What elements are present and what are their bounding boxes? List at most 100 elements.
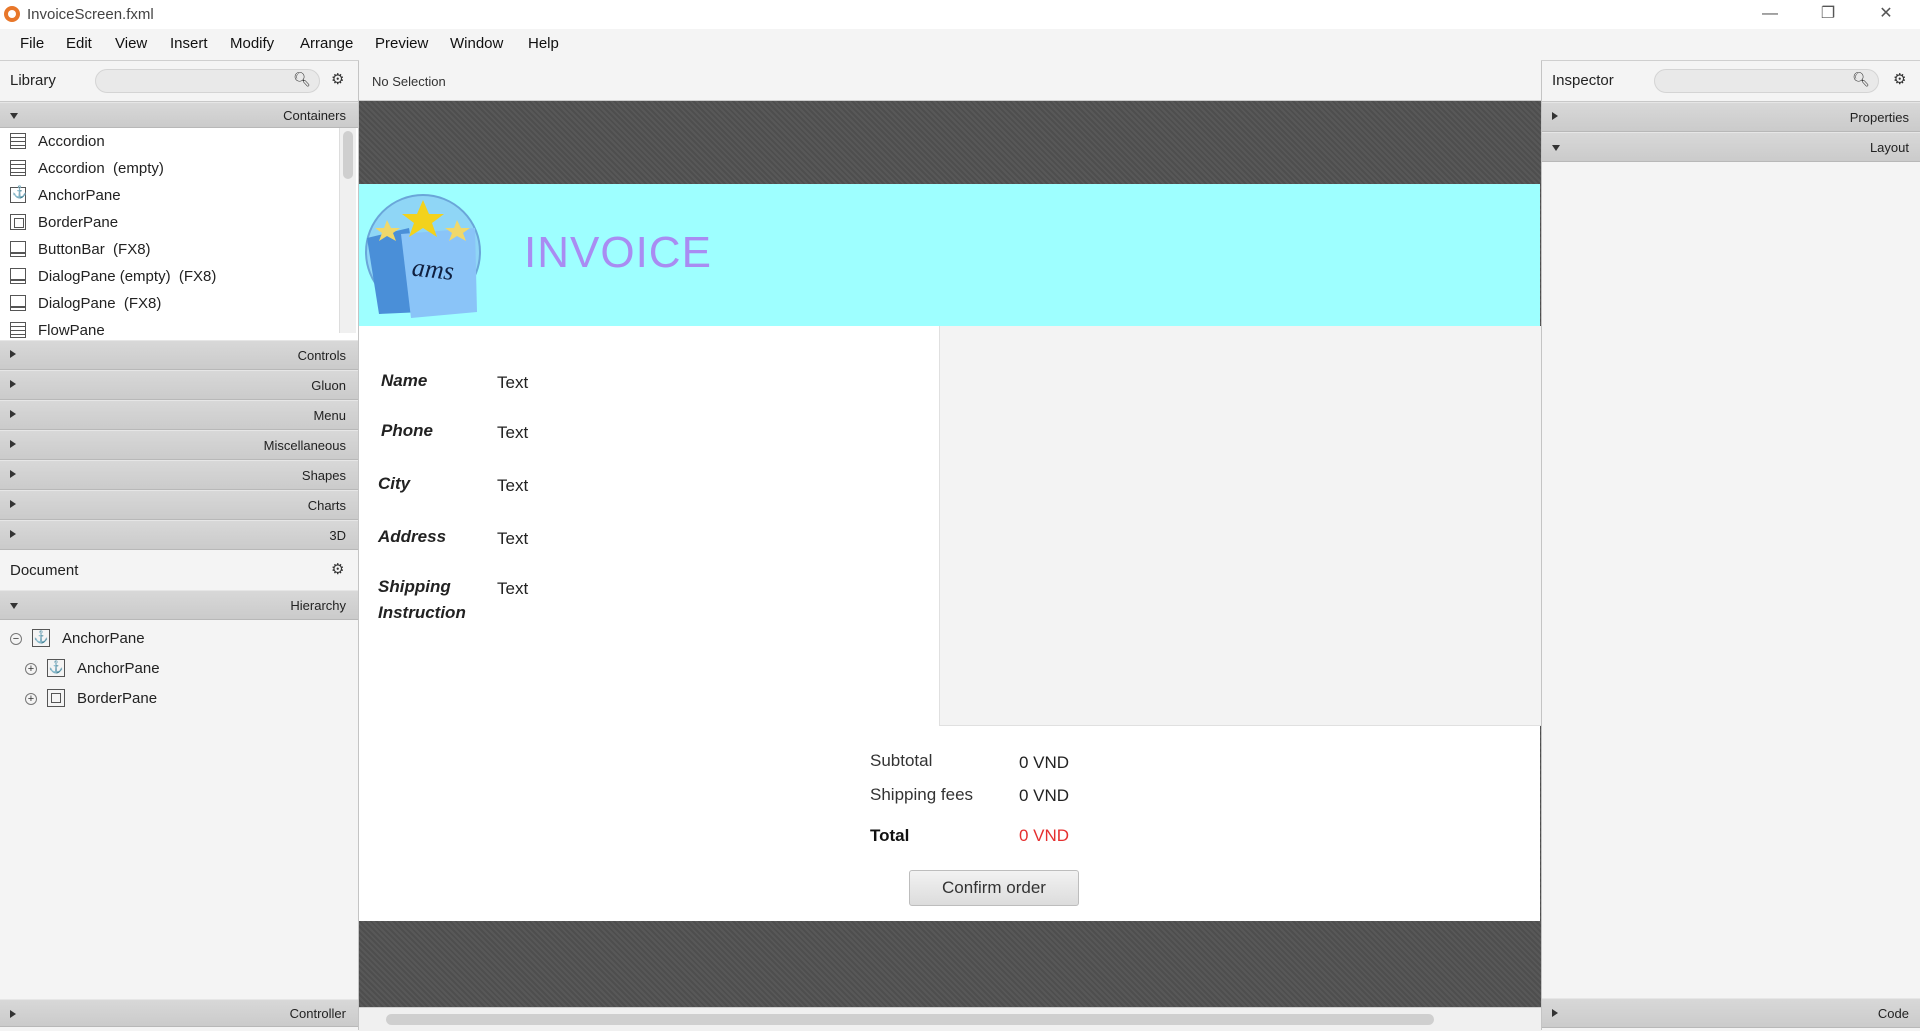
scrollbar-thumb[interactable]	[343, 131, 353, 179]
section-controls[interactable]: Controls	[0, 340, 358, 370]
invoice-pane[interactable]: ams INVOICE Name Text Phone Text City Te…	[359, 184, 1541, 921]
expand-icon[interactable]: +	[25, 693, 37, 705]
menu-preview[interactable]: Preview	[375, 35, 428, 52]
field-label-city: City	[378, 474, 411, 493]
shipping-fees-value: 0 VND	[1019, 786, 1070, 805]
menu-help[interactable]: Help	[528, 35, 559, 52]
total-label: Total	[870, 826, 910, 845]
inspector-panel: Inspector 🔍︎ ⚙ Properties Layout Code	[1541, 61, 1920, 1030]
menu-window[interactable]: Window	[450, 35, 503, 52]
gear-icon[interactable]: ⚙	[1893, 70, 1906, 88]
chevron-right-icon	[10, 440, 16, 448]
chevron-right-icon	[1552, 112, 1558, 120]
app-logo-icon	[4, 6, 20, 22]
chevron-right-icon	[10, 380, 16, 388]
field-value-city: Text	[497, 476, 529, 495]
dialogpane-icon	[10, 268, 26, 284]
library-item-borderpane[interactable]: BorderPane	[0, 209, 330, 236]
field-label-shipping-instruction: Shipping Instruction	[378, 577, 466, 622]
section-miscellaneous[interactable]: Miscellaneous	[0, 430, 358, 460]
inspector-header: Inspector 🔍︎ ⚙	[1542, 61, 1920, 102]
chevron-right-icon	[10, 500, 16, 508]
scrollbar-thumb[interactable]	[386, 1014, 1434, 1025]
restore-button[interactable]: ❐	[1808, 2, 1848, 26]
library-item-buttonbar[interactable]: ButtonBar (FX8)	[0, 236, 330, 263]
expand-icon[interactable]: +	[25, 663, 37, 675]
library-search-input[interactable]: 🔍︎	[95, 69, 320, 93]
section-menu[interactable]: Menu	[0, 400, 358, 430]
gear-icon[interactable]: ⚙	[331, 560, 344, 578]
menu-modify[interactable]: Modify	[230, 35, 274, 52]
section-layout[interactable]: Layout	[1542, 132, 1920, 162]
hierarchy-tree: − ⚓ AnchorPane + ⚓ AnchorPane + BorderPa…	[0, 620, 358, 999]
menu-arrange[interactable]: Arrange	[300, 35, 353, 52]
library-item-dialogpane-empty[interactable]: DialogPane (empty) (FX8)	[0, 263, 330, 290]
flowpane-icon	[10, 322, 26, 338]
library-scrollbar[interactable]	[339, 128, 356, 333]
confirm-order-button[interactable]: Confirm order	[909, 870, 1079, 906]
logo-text: ams	[411, 253, 456, 286]
search-icon: 🔍︎	[1852, 71, 1870, 87]
anchorpane-icon: ⚓	[32, 629, 50, 647]
inspector-title: Inspector	[1552, 72, 1614, 89]
tree-node-anchorpane[interactable]: + ⚓ AnchorPane	[25, 658, 345, 682]
field-value-phone: Text	[497, 423, 529, 442]
total-value: 0 VND	[1019, 826, 1070, 845]
section-label: Charts	[307, 498, 346, 513]
section-code[interactable]: Code	[1542, 998, 1920, 1028]
library-item-label: BorderPane	[38, 214, 119, 231]
section-containers[interactable]: Containers	[0, 102, 358, 128]
section-shapes[interactable]: Shapes	[0, 460, 358, 490]
borderpane-icon	[10, 214, 26, 230]
inspector-search-input[interactable]: 🔍︎	[1654, 69, 1879, 93]
section-label: Gluon	[311, 378, 346, 393]
chevron-right-icon	[1552, 1009, 1558, 1017]
tree-node-borderpane[interactable]: + BorderPane	[25, 688, 345, 712]
section-label: Menu	[313, 408, 346, 423]
section-label: Layout	[1869, 140, 1909, 155]
menu-bar: File Edit View Insert Modify Arrange Pre…	[0, 29, 1920, 61]
section-label: Containers	[283, 108, 346, 123]
section-label: 3D	[329, 528, 346, 543]
library-item-accordion[interactable]: Accordion	[0, 128, 330, 155]
library-item-label: DialogPane (empty) (FX8)	[38, 268, 217, 285]
library-item-anchorpane[interactable]: AnchorPane	[0, 182, 330, 209]
menu-file[interactable]: File	[20, 35, 44, 52]
menu-insert[interactable]: Insert	[170, 35, 208, 52]
field-value-address: Text	[497, 529, 529, 548]
library-title: Library	[10, 72, 56, 89]
menu-edit[interactable]: Edit	[66, 35, 92, 52]
anchorpane-icon	[10, 185, 27, 203]
section-gluon[interactable]: Gluon	[0, 370, 358, 400]
section-properties[interactable]: Properties	[1542, 102, 1920, 132]
library-item-accordion-empty[interactable]: Accordion (empty)	[0, 155, 330, 182]
section-3d[interactable]: 3D	[0, 520, 358, 550]
section-label: Shapes	[301, 468, 346, 483]
canvas-hscrollbar[interactable]	[359, 1007, 1541, 1031]
gear-icon[interactable]: ⚙	[331, 70, 344, 88]
library-item-label: FlowPane	[38, 322, 105, 339]
invoice-side-panel	[939, 326, 1541, 726]
section-charts[interactable]: Charts	[0, 490, 358, 520]
tree-node-label: AnchorPane	[77, 660, 160, 677]
chevron-down-icon	[10, 113, 18, 119]
minimize-button[interactable]: —	[1750, 2, 1790, 26]
title-bar: InvoiceScreen.fxml — ❐ ✕	[0, 0, 1920, 29]
menu-view[interactable]: View	[115, 35, 147, 52]
tree-node-root[interactable]: − ⚓ AnchorPane	[10, 628, 350, 652]
library-header: Library 🔍︎ ⚙	[0, 61, 358, 102]
chevron-right-icon	[10, 350, 16, 358]
anchorpane-icon: ⚓	[47, 659, 65, 677]
section-label: Controller	[289, 1006, 346, 1021]
field-label-phone: Phone	[381, 421, 433, 440]
field-value-shipping-instruction: Text	[497, 579, 529, 598]
collapse-icon[interactable]: −	[10, 633, 22, 645]
section-controller[interactable]: Controller	[0, 999, 358, 1027]
close-button[interactable]: ✕	[1866, 2, 1906, 26]
accordion-icon	[10, 160, 26, 176]
section-hierarchy[interactable]: Hierarchy	[0, 590, 358, 620]
library-item-dialogpane[interactable]: DialogPane (FX8)	[0, 290, 330, 317]
field-label-address: Address	[378, 527, 447, 546]
shipping-fees-label: Shipping fees	[870, 785, 974, 804]
buttonbar-icon	[10, 241, 26, 257]
